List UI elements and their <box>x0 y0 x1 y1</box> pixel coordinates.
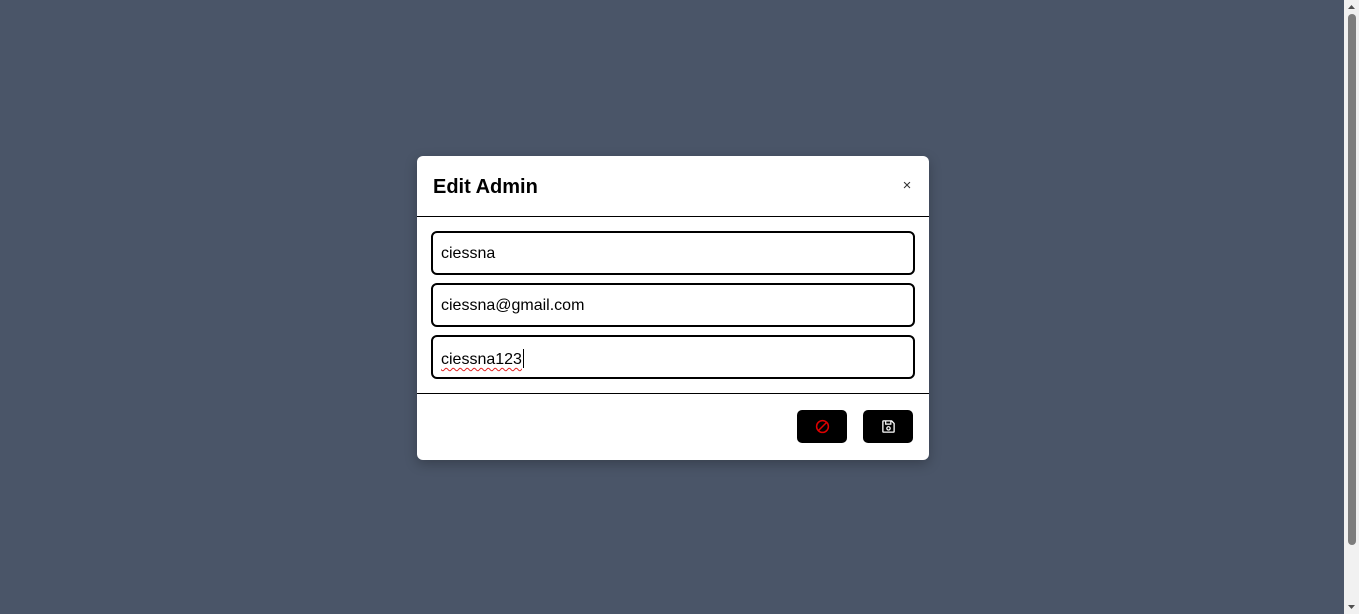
scroll-up-arrow-icon[interactable] <box>1344 0 1359 14</box>
email-value: ciessna@gmail.com <box>441 297 585 314</box>
password-field[interactable]: ciessna123 <box>431 335 915 379</box>
modal-body: ciessna ciessna@gmail.com ciessna123 <box>417 217 929 394</box>
text-caret <box>522 349 524 368</box>
save-button[interactable] <box>863 410 913 443</box>
ban-icon <box>815 419 830 434</box>
edit-admin-modal: Edit Admin × ciessna ciessna@gmail.com c… <box>417 156 929 460</box>
email-field[interactable]: ciessna@gmail.com <box>431 283 915 327</box>
password-value: ciessna123 <box>441 351 522 368</box>
scroll-down-arrow-icon[interactable] <box>1344 600 1359 614</box>
close-button[interactable]: × <box>899 178 915 194</box>
password-value-wrapper: ciessna123 <box>441 349 524 369</box>
username-value: ciessna <box>441 245 496 262</box>
floppy-disk-icon <box>881 419 896 434</box>
cancel-button[interactable] <box>797 410 847 443</box>
scrollbar-thumb[interactable] <box>1348 14 1356 545</box>
modal-title: Edit Admin <box>433 176 538 198</box>
page-scrollbar[interactable] <box>1344 0 1359 614</box>
modal-header: Edit Admin × <box>417 156 929 217</box>
username-field[interactable]: ciessna <box>431 231 915 275</box>
